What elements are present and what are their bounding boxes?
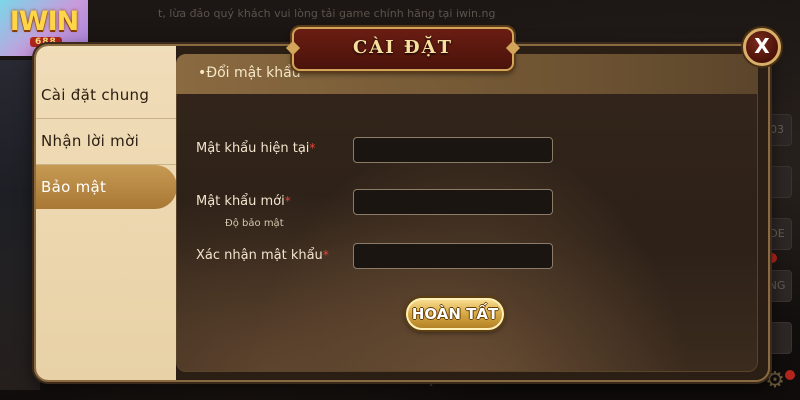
dialog-title: CÀI ĐẶT <box>352 37 454 58</box>
password-strength-hint: Độ bảo mật <box>225 218 284 229</box>
current-password-label: Mật khẩu hiện tại* <box>196 141 315 156</box>
tab-security[interactable]: Bảo mật <box>36 165 177 209</box>
logo-wordmark: IWIN <box>9 6 79 37</box>
section-title: •Đổi mật khẩu <box>198 65 301 81</box>
tab-general-settings[interactable]: Cài đặt chung <box>36 73 176 117</box>
close-button[interactable]: X <box>743 28 781 66</box>
new-password-label-text: Mật khẩu mới <box>196 194 285 209</box>
current-password-input[interactable] <box>353 137 553 163</box>
required-mark: * <box>309 141 316 155</box>
current-password-label-text: Mật khẩu hiện tại <box>196 141 310 156</box>
new-password-label: Mật khẩu mới* <box>196 194 291 209</box>
confirm-password-label: Xác nhận mật khẩu* <box>196 248 329 263</box>
close-icon: X <box>754 34 770 58</box>
confirm-password-label-text: Xác nhận mật khẩu <box>196 248 323 263</box>
confirm-password-input[interactable] <box>353 243 553 269</box>
marquee-text: t, lừa đảo quý khách vui lòng tải game c… <box>158 7 496 20</box>
tab-invitations[interactable]: Nhận lời mời <box>36 119 176 163</box>
new-password-input[interactable] <box>353 189 553 215</box>
complete-button[interactable]: HOÀN TẤT <box>406 298 504 330</box>
dialog-title-plaque: CÀI ĐẶT <box>285 27 521 71</box>
settings-sidebar: Cài đặt chung Nhận lời mời Bảo mật <box>36 46 177 380</box>
required-mark: * <box>284 194 291 208</box>
settings-dialog: Cài đặt chung Nhận lời mời Bảo mật •Đổi … <box>34 44 770 382</box>
required-mark: * <box>322 248 329 262</box>
